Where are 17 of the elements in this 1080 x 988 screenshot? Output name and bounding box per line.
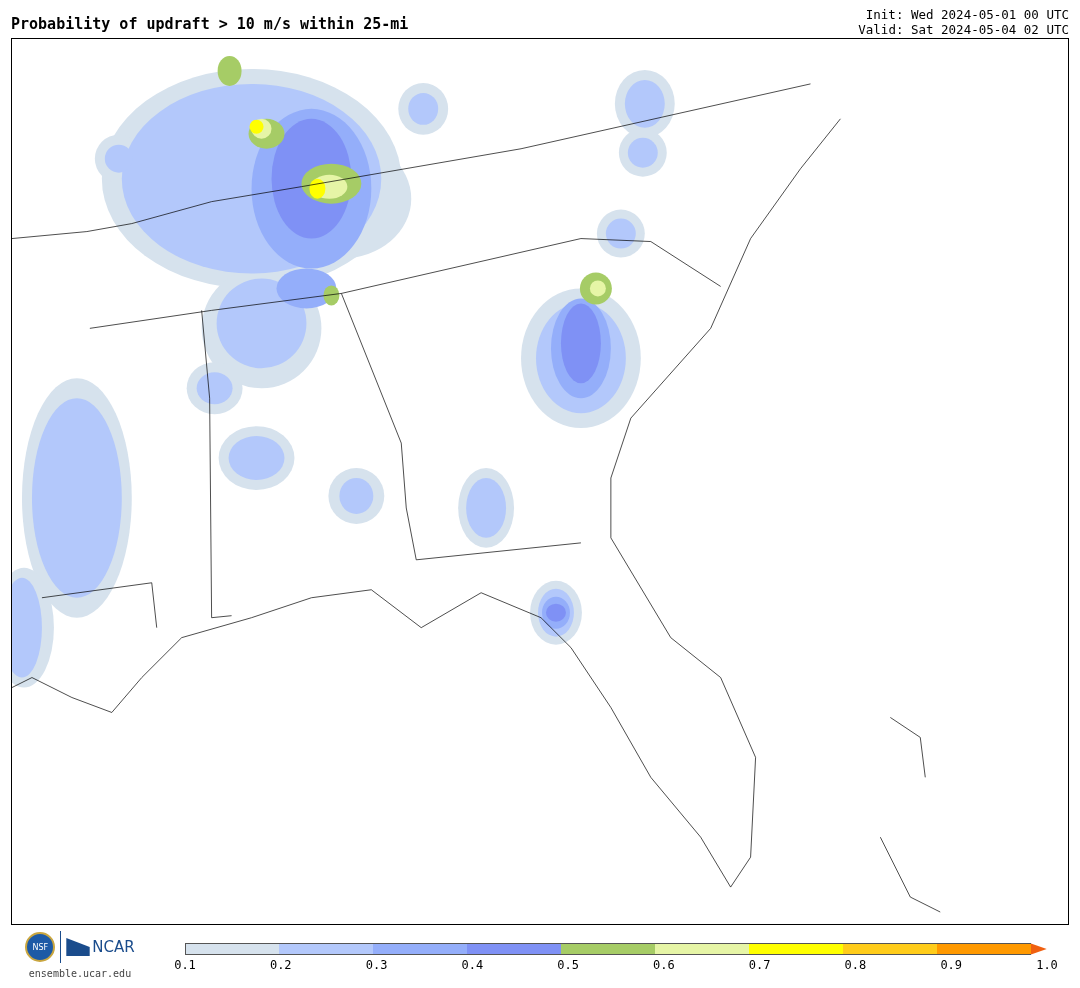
colorbar-tick-label: 0.8: [844, 958, 867, 972]
colorbar-tick-label: 0.1: [174, 958, 196, 972]
colorbar-tick-label: 0.6: [653, 958, 675, 972]
colorbar-tick-label: 0.4: [461, 958, 484, 972]
colorbar-tick-label: 0.9: [940, 958, 963, 972]
colorbar-tick-label: 0.2: [269, 958, 292, 972]
plot-title: Probability of updraft > 10 m/s within 25-mi: [11, 15, 409, 35]
ncar-logo-text: NCAR: [92, 938, 135, 956]
colorbar-tick-label: 1.0: [1036, 958, 1058, 972]
colorbar-tick-label: 0.7: [748, 958, 771, 972]
valid-time: Valid: Sat 2024-05-04 02 UTC: [858, 22, 1069, 37]
ncar-logo-icon: [66, 938, 91, 956]
site-url: ensemble.ucar.edu: [28, 968, 132, 979]
colorbar-tick-label: 0.3: [365, 958, 388, 972]
nsf-logo: NSF: [25, 932, 56, 962]
init-time: Init: Wed 2024-05-01 00 UTC: [865, 7, 1069, 22]
colorbar-tick-label: 0.5: [557, 958, 579, 972]
